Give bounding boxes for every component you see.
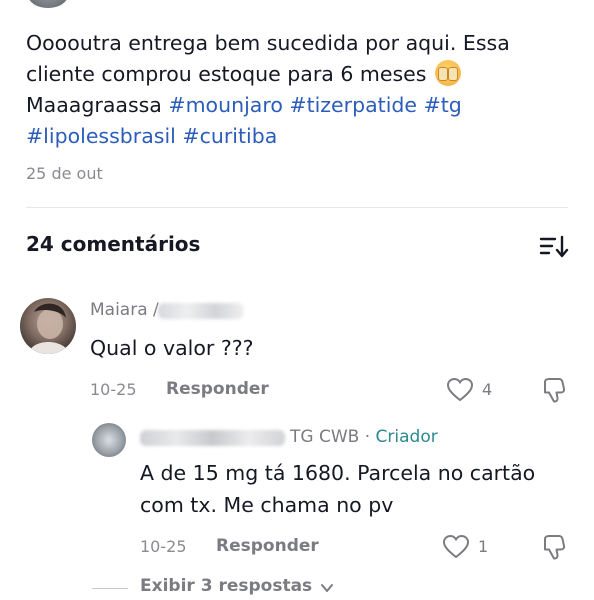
view-more-divider (92, 588, 128, 589)
hashtag-curitiba[interactable]: #curitiba (182, 124, 277, 148)
caption-line-3: Maaagraassa (26, 93, 162, 117)
dislike-icon[interactable] (541, 533, 569, 561)
like-count: 4 (482, 380, 493, 399)
hashtag-tizerpatide[interactable]: #tizerpatide (289, 93, 417, 117)
caption-line-2: cliente comprou estoque para 6 meses (26, 62, 427, 86)
dislike-icon[interactable] (541, 376, 569, 404)
comment-date: 10-25 (90, 380, 137, 399)
sort-icon[interactable] (539, 234, 569, 260)
creator-avatar[interactable] (92, 423, 126, 457)
like-heart-icon[interactable] (446, 377, 474, 403)
like-heart-icon[interactable] (442, 534, 470, 560)
reply-button[interactable]: Responder (166, 379, 269, 399)
like-count: 1 (478, 537, 489, 556)
comment-text: Qual o valor ??? (90, 336, 254, 360)
hashtag-mounjaro[interactable]: #mounjaro (168, 93, 282, 117)
reply-text: A de 15 mg tá 1680. Parcela no cartão co… (140, 461, 536, 517)
comments-count-title: 24 comentários (26, 232, 201, 256)
post-author-avatar[interactable] (28, 0, 68, 8)
hashtag-lipolessbrasil[interactable]: #lipolessbrasil (26, 124, 176, 148)
creator-name[interactable]: TG CWB · Criador (290, 427, 438, 447)
blurred-name-redaction (158, 303, 244, 319)
shocked-face-emoji-icon (435, 60, 461, 86)
divider (26, 207, 568, 208)
commenter-name[interactable]: Maiara / (90, 300, 159, 320)
hashtag-tg[interactable]: #tg (424, 93, 462, 117)
commenter-avatar[interactable] (20, 298, 76, 354)
post-date: 25 de out (26, 164, 103, 183)
caption-line-1: Ooooutra entrega bem sucedida por aqui. … (26, 31, 510, 55)
creator-badge: Criador (375, 427, 438, 447)
chevron-down-icon[interactable] (320, 582, 334, 594)
reply-date: 10-25 (140, 537, 187, 556)
reply-button[interactable]: Responder (216, 536, 319, 556)
blurred-name-redaction (140, 430, 285, 446)
view-more-replies-button[interactable]: Exibir 3 respostas (140, 576, 312, 596)
post-caption: Ooooutra entrega bem sucedida por aqui. … (26, 28, 566, 152)
avatar-photo-icon (28, 303, 70, 354)
